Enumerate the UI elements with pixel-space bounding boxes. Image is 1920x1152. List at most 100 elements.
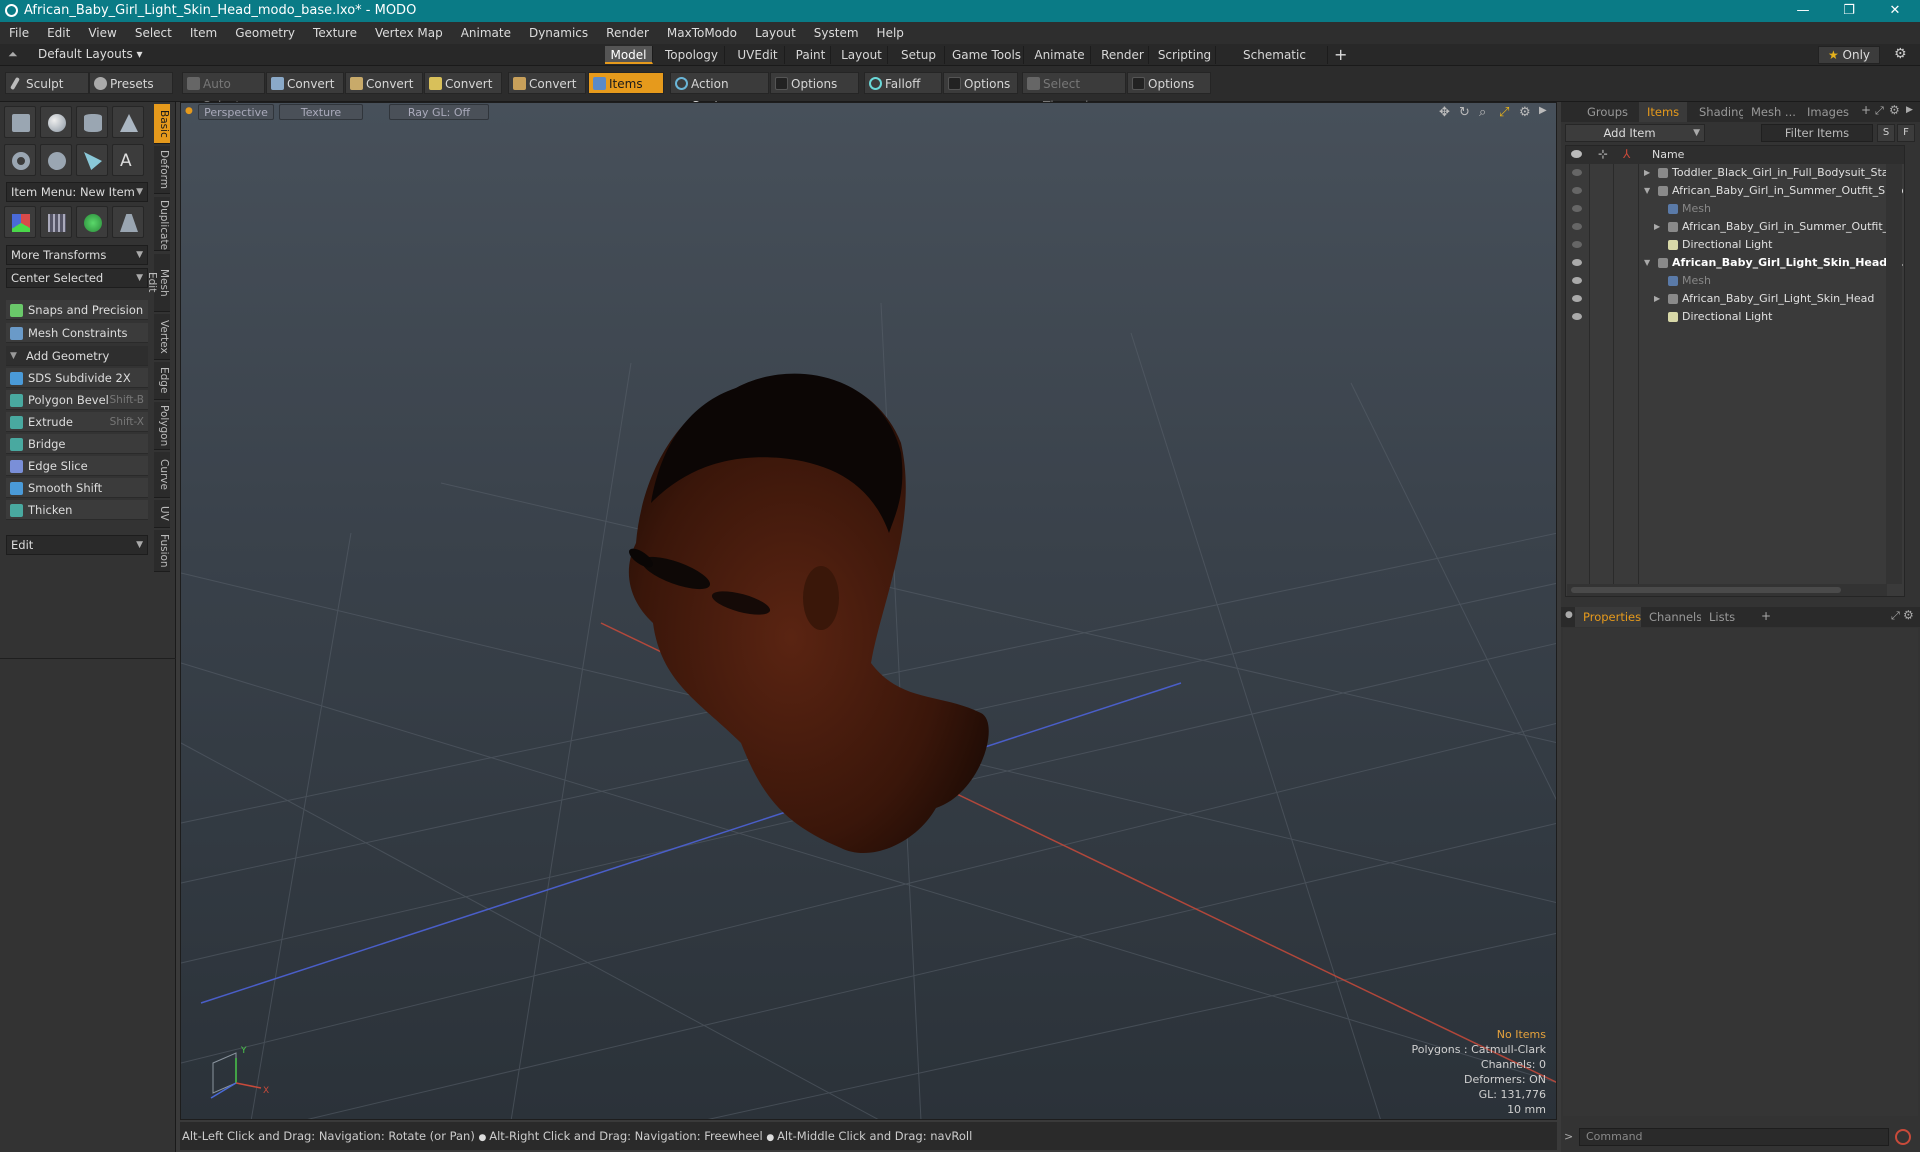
items-vertical-scrollbar[interactable] [1886,164,1902,584]
layout-tab-animate[interactable]: Animate [1029,46,1091,64]
convert-button-2[interactable]: Convert [345,72,423,94]
menu-dynamics[interactable]: Dynamics [520,22,597,44]
menu-vertex-map[interactable]: Vertex Map [366,22,452,44]
vtab-vertex[interactable]: Vertex [154,314,170,360]
visibility-eye-icon[interactable] [1572,313,1582,320]
layout-tab-game-tools[interactable]: Game Tools [950,46,1024,64]
item-row[interactable]: Mesh [1566,272,1903,290]
right-tab-items[interactable]: Items [1639,102,1688,122]
menu-animate[interactable]: Animate [452,22,520,44]
menu-edit[interactable]: Edit [38,22,79,44]
item-row[interactable]: ▶ African_Baby_Girl_Light_Skin_Head [1566,290,1903,308]
layout-tab-render[interactable]: Render [1097,46,1149,64]
menu-help[interactable]: Help [868,22,913,44]
s-filter-button[interactable]: S [1877,124,1895,142]
panel-gear-icon[interactable]: ⚙ [1889,103,1900,117]
vtab-polygon[interactable]: Polygon [154,402,170,450]
tool-smooth-shift[interactable]: Smooth Shift [6,478,148,498]
items-horizontal-scrollbar[interactable] [1567,584,1887,596]
item-row[interactable]: Directional Light [1566,236,1903,254]
menu-layout[interactable]: Layout [746,22,805,44]
menu-view[interactable]: View [79,22,125,44]
cone-primitive-button[interactable] [112,106,144,138]
layout-tab-setup[interactable]: Setup [893,46,945,64]
tool-edge-slice[interactable]: Edge Slice [6,456,148,476]
tool-extrude[interactable]: Extrude Shift-X [6,412,148,432]
perspective-button[interactable]: Perspective [198,104,274,120]
3d-viewport[interactable]: Y X ● Perspective Texture Ray GL: Off ✥ … [180,102,1557,1120]
layout-tab-topology[interactable]: Topology [659,46,725,64]
item-row[interactable]: ▶ Toddler_Black_Girl_in_Full_Bodysuit_Sta… [1566,164,1903,182]
zoom-icon[interactable]: ⌕ [1479,105,1486,120]
settings-gear-icon[interactable]: ⚙ [1894,46,1907,62]
expand-right-arrow-icon[interactable]: ▶ [1654,290,1660,308]
layout-tab-schematic-fusion[interactable]: Schematic Fusion [1222,46,1328,80]
perspective-plane-button[interactable] [112,206,144,238]
viewport-menu-icon[interactable]: ● [185,106,193,116]
add-bottom-tab-button[interactable]: + [1761,609,1771,623]
capsule-primitive-button[interactable] [40,144,72,176]
item-menu-dropdown[interactable]: Item Menu: New Item ▼ [6,182,148,202]
ray-gl-button[interactable]: Ray GL: Off [389,104,489,120]
grid-button[interactable] [40,206,72,238]
torus-primitive-button[interactable] [4,144,36,176]
layout-tab-uvedit[interactable]: UVEdit [731,46,785,64]
add-layout-tab-button[interactable]: + [1334,45,1347,64]
falloff-button[interactable]: Falloff [864,72,942,94]
vtab-edge[interactable]: Edge [154,362,170,400]
visibility-eye-icon[interactable] [1572,223,1582,230]
transform-button[interactable] [4,206,36,238]
viewport-settings-gear-icon[interactable]: ⚙ [1519,105,1531,120]
command-input[interactable]: Command [1579,1128,1889,1146]
select-through-button[interactable]: Select Through [1022,72,1126,113]
expand-down-arrow-icon[interactable]: ▼ [1644,182,1650,200]
menu-file[interactable]: File [0,22,38,44]
item-row[interactable]: Mesh [1566,200,1903,218]
center-selected-dropdown[interactable]: Center Selected ▼ [6,268,148,288]
filter-items-input[interactable]: Filter Items [1761,124,1873,142]
menu-item[interactable]: Item [181,22,226,44]
bottom-tab-channels[interactable]: Channels [1641,607,1711,627]
item-row[interactable]: ▶ African_Baby_Girl_in_Summer_Outfit_Su..… [1566,218,1903,236]
select-through-options-button[interactable]: Options [1127,72,1211,94]
items-mode-button[interactable]: Items [588,72,664,94]
visibility-eye-icon[interactable] [1572,277,1582,284]
right-tab-mesh[interactable]: Mesh ... [1743,102,1804,122]
sphere-primitive-button[interactable] [40,106,72,138]
visibility-eye-icon[interactable] [1572,205,1582,212]
f-filter-button[interactable]: F [1897,124,1915,142]
item-row[interactable]: ▼ African_Baby_Girl_in_Summer_Outfit_Surp… [1566,182,1903,200]
collapse-icon[interactable]: ⏶ [8,47,18,62]
convert-button-3[interactable]: Convert [424,72,502,94]
menu-render[interactable]: Render [597,22,658,44]
action-center-button[interactable]: Action Center [670,72,769,113]
convert-button-4[interactable]: Convert [508,72,586,94]
auto-select-button[interactable]: Auto Select [182,72,265,113]
globe-button[interactable] [76,206,108,238]
close-button[interactable]: ✕ [1872,0,1918,22]
add-item-dropdown[interactable]: Add Item ▼ [1565,124,1705,142]
menu-select[interactable]: Select [126,22,181,44]
add-geometry-header[interactable]: ▼ Add Geometry [6,346,148,366]
expand-right-arrow-icon[interactable]: ▶ [1644,164,1650,182]
cylinder-primitive-button[interactable] [76,106,108,138]
visibility-eye-icon[interactable] [1572,259,1582,266]
vtab-curve[interactable]: Curve [154,452,170,498]
expand-down-arrow-icon[interactable]: ▼ [1644,254,1650,272]
more-transforms-dropdown[interactable]: More Transforms ▼ [6,245,148,265]
menu-system[interactable]: System [805,22,868,44]
expand-arrow-icon[interactable]: ▶ [1539,105,1547,116]
expand-right-arrow-icon[interactable]: ▶ [1654,218,1660,236]
visibility-eye-icon[interactable] [1572,169,1582,176]
layout-tab-scripting[interactable]: Scripting [1154,46,1216,64]
tool-polygon-bevel[interactable]: Polygon Bevel Shift-B [6,390,148,410]
convert-button-1[interactable]: Convert [266,72,344,94]
undock-icon[interactable]: ⤢ [1891,609,1900,623]
layout-tab-paint[interactable]: Paint [791,46,831,64]
panel-gear-icon[interactable]: ⚙ [1903,608,1914,622]
pan-icon[interactable]: ✥ [1439,105,1450,120]
snaps-and-precision-button[interactable]: Snaps and Precision [6,300,148,320]
panel-menu-icon[interactable]: ● [1565,610,1573,620]
right-tab-groups[interactable]: Groups [1579,102,1637,122]
bottom-tab-properties[interactable]: Properties [1575,607,1650,627]
